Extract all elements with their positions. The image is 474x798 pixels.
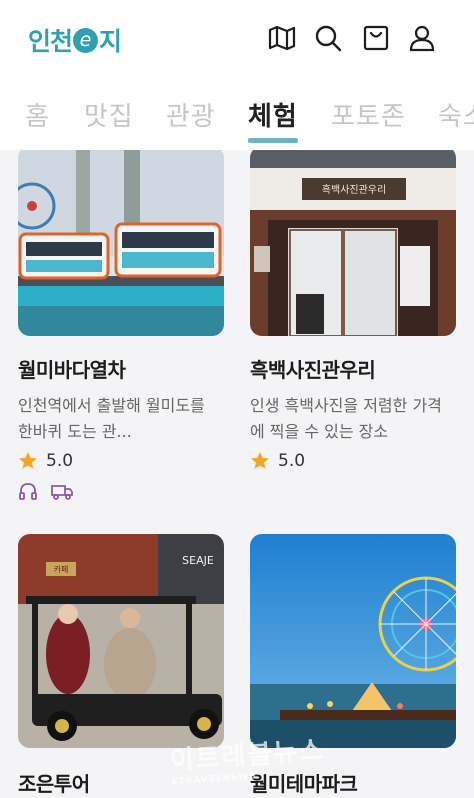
tab-home[interactable]: 홈 (25, 96, 50, 133)
shopping-bag-icon[interactable] (360, 22, 392, 54)
headphones-icon (19, 483, 37, 500)
logo-e-badge: e (73, 27, 99, 53)
tab-tourism[interactable]: 관광 (166, 96, 216, 133)
bus-icon (51, 485, 73, 500)
experience-card[interactable]: 월미바다열차 인천역에서 출발해 월미도를 한바퀴 도는 관... 5.0 (18, 150, 228, 501)
card-image-sea-train[interactable] (18, 150, 224, 336)
logo-text-left: 인천 (28, 27, 73, 56)
experience-card[interactable]: 흑백사진관우리 흑백사진관우리 인생 흑백사진을 저렴한 가격에 찍을 수 있는… (250, 150, 460, 471)
star-icon (251, 452, 269, 469)
tab-photozone[interactable]: 포토존 (331, 96, 406, 133)
card-rating: 5.0 (18, 451, 228, 471)
app-header: 인천 e 지 (0, 0, 474, 78)
tab-experience[interactable]: 체험 (248, 96, 298, 133)
card-rating: 5.0 (250, 451, 460, 471)
card-title[interactable]: 월미바다열차 (18, 354, 228, 383)
experience-feed[interactable]: 월미바다열차 인천역에서 출발해 월미도를 한바퀴 도는 관... 5.0 흑백… (0, 150, 474, 798)
amenity-icons (18, 481, 228, 501)
store-sign: SEAJE (182, 554, 214, 567)
star-icon (19, 452, 37, 469)
card-image-theme-park[interactable] (250, 534, 456, 748)
tab-lodging[interactable]: 숙소 (438, 96, 474, 133)
rating-value: 5.0 (278, 451, 306, 471)
card-image-tour-cart[interactable]: 카페 SEAJE (18, 534, 224, 748)
tab-restaurants[interactable]: 맛집 (84, 96, 134, 133)
app-logo[interactable]: 인천 e 지 (28, 22, 122, 58)
category-tabs: 홈 맛집 관광 체험 포토존 숙소 (0, 88, 474, 150)
card-description: 인생 흑백사진을 저렴한 가격에 찍을 수 있는 장소 (250, 396, 442, 441)
user-icon[interactable] (406, 22, 438, 54)
card-description: 인천역에서 출발해 월미도를 한바퀴 도는 관... (18, 396, 205, 441)
card-image-photo-studio[interactable]: 흑백사진관우리 (250, 150, 456, 336)
logo-text-right: 지 (99, 27, 122, 56)
active-tab-indicator (248, 138, 298, 143)
card-title[interactable]: 흑백사진관우리 (250, 354, 460, 383)
rating-value: 5.0 (46, 451, 74, 471)
studio-sign-text: 흑백사진관우리 (322, 183, 386, 196)
store-small-sign: 카페 (54, 564, 69, 574)
search-icon[interactable] (312, 22, 344, 54)
map-icon[interactable] (266, 22, 298, 54)
